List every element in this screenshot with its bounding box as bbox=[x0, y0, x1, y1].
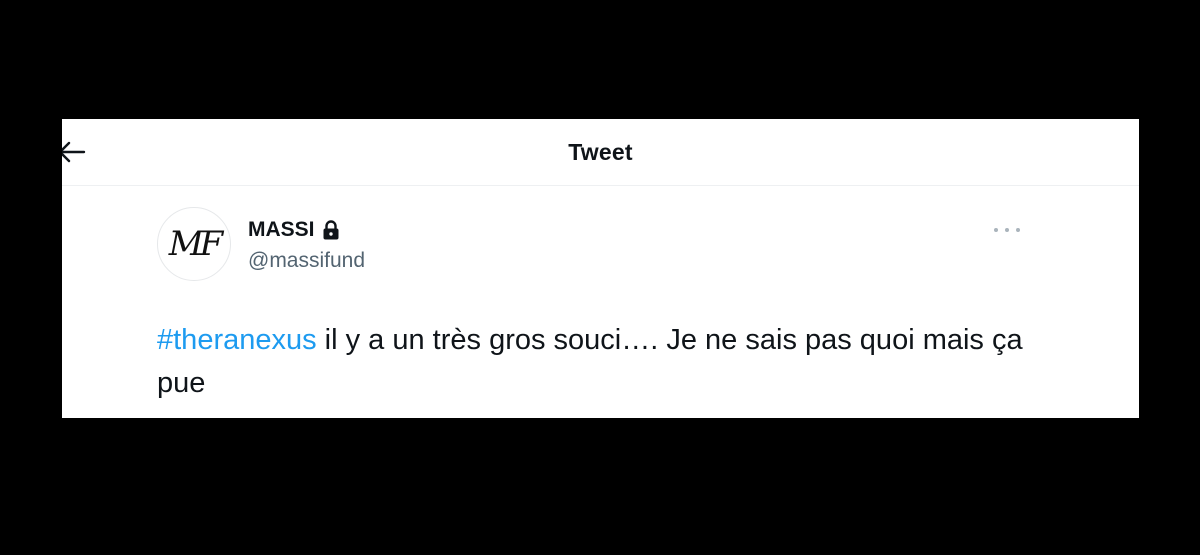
avatar[interactable]: MF bbox=[157, 207, 231, 281]
hashtag-link[interactable]: #theranexus bbox=[157, 324, 317, 356]
tweet-text: #theranexus il y a un très gros souci…. … bbox=[157, 319, 1077, 405]
more-dots-icon bbox=[994, 228, 998, 232]
lock-icon bbox=[322, 220, 340, 240]
user-handle[interactable]: @massifund bbox=[248, 249, 365, 273]
more-dots-icon bbox=[1016, 228, 1020, 232]
display-name[interactable]: MASSI bbox=[248, 218, 315, 242]
tweet-card: Tweet MF MASSI @massifund #theranexus il… bbox=[62, 119, 1139, 418]
more-options-button[interactable] bbox=[994, 223, 1020, 237]
more-dots-icon bbox=[1005, 228, 1009, 232]
page-title: Tweet bbox=[568, 139, 633, 165]
author-name-row[interactable]: MASSI bbox=[248, 218, 340, 242]
top-bar: Tweet bbox=[62, 119, 1139, 186]
